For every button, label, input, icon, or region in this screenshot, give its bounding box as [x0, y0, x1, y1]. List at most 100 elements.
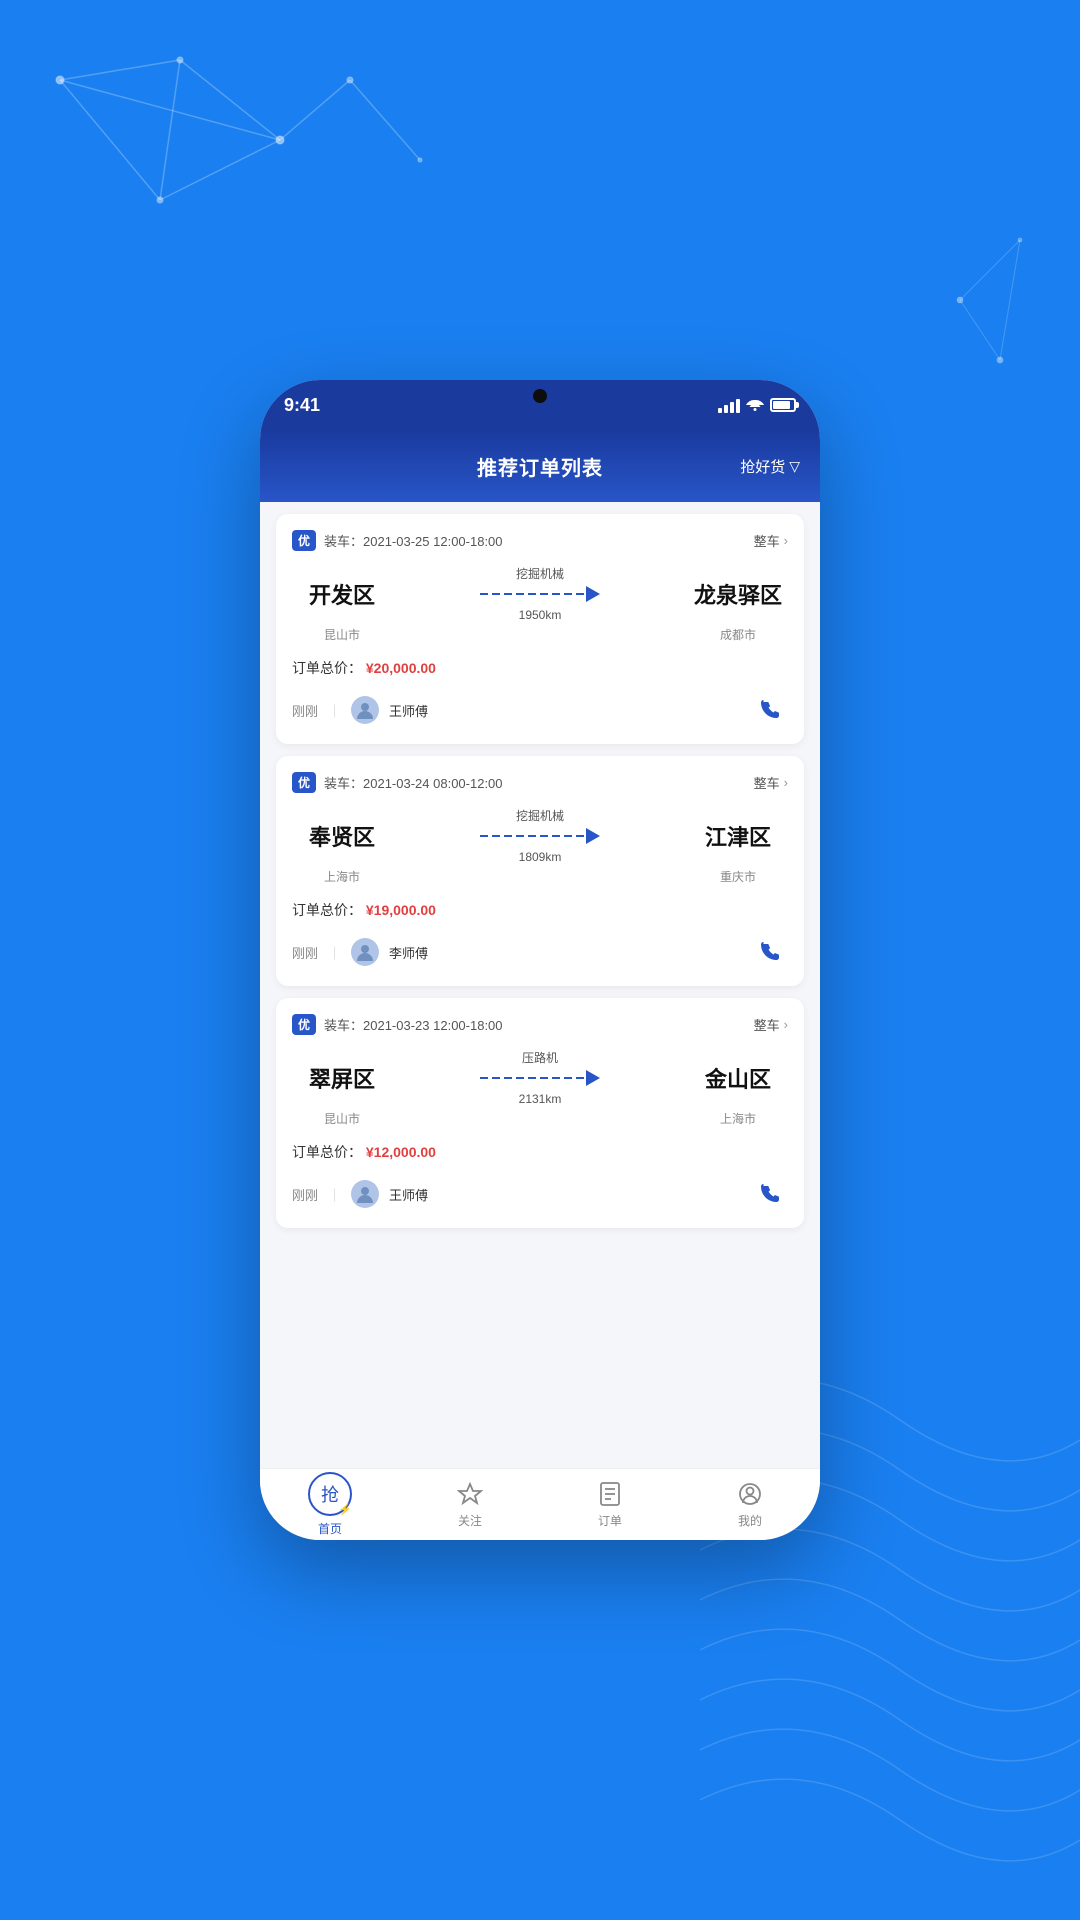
time-ago: 刚刚 — [292, 943, 318, 962]
order-type: 整车 — [754, 531, 780, 550]
status-bar: 9:41 — [260, 380, 820, 430]
app-header: 推荐订单列表 抢好货 ▽ — [260, 430, 820, 502]
card-header-2: 优 装车：2021-03-24 08:00-12:00 整车 › — [292, 772, 788, 793]
route-middle: 挖掘机械 1950km — [392, 565, 688, 622]
order-list: 优 装车：2021-03-25 12:00-18:00 整车 › 开发区 挖掘机… — [260, 502, 820, 1468]
from-city: 开发区 — [292, 578, 392, 610]
card-header-1: 优 装车：2021-03-25 12:00-18:00 整车 › — [292, 530, 788, 551]
lightning-icon: ⚡ — [338, 1503, 352, 1516]
route-arrow — [480, 1070, 600, 1086]
order-date: 装车：2021-03-24 08:00-12:00 — [324, 773, 503, 792]
price-row: 订单总价： ¥12,000.00 — [292, 1142, 788, 1162]
nav-home[interactable]: 抢 ⚡ 首页 — [260, 1472, 400, 1537]
nav-home-label: 首页 — [318, 1520, 342, 1537]
camera-cutout — [533, 389, 547, 403]
signal-icon — [718, 397, 740, 413]
route-arrow — [480, 828, 600, 844]
time-ago: 刚刚 — [292, 701, 318, 720]
driver-name: 王师傅 — [389, 1185, 428, 1204]
filter-label: 抢好货 — [740, 456, 785, 477]
nav-follow[interactable]: 关注 — [400, 1480, 540, 1529]
battery-icon — [770, 398, 796, 412]
price-label: 订单总价： — [292, 902, 362, 918]
bottom-nav: 抢 ⚡ 首页 关注 订单 — [260, 1468, 820, 1540]
route-distance: 1950km — [519, 608, 562, 622]
price-row: 订单总价： ¥19,000.00 — [292, 900, 788, 920]
status-icons — [718, 397, 796, 414]
card-footer: 刚刚 ｜ 王师傅 — [292, 1176, 788, 1212]
time-ago: 刚刚 — [292, 1185, 318, 1204]
price-value: ¥20,000.00 — [366, 660, 436, 676]
call-button[interactable] — [752, 934, 788, 970]
route-distance: 1809km — [519, 850, 562, 864]
from-city: 奉贤区 — [292, 820, 392, 852]
from-sub-city: 昆山市 — [324, 1112, 360, 1126]
order-card-2[interactable]: 优 装车：2021-03-24 08:00-12:00 整车 › 奉贤区 挖掘机… — [276, 756, 804, 986]
status-time: 9:41 — [284, 395, 320, 416]
follow-icon — [456, 1480, 484, 1508]
card-footer: 刚刚 ｜ 王师傅 — [292, 692, 788, 728]
to-sub-city: 重庆市 — [720, 870, 756, 884]
price-value: ¥12,000.00 — [366, 1144, 436, 1160]
filter-icon: ▽ — [789, 458, 800, 475]
divider: ｜ — [328, 1185, 341, 1204]
price-label: 订单总价： — [292, 660, 362, 676]
to-sub-city: 上海市 — [720, 1112, 756, 1126]
route-row: 开发区 挖掘机械 1950km 龙泉驿区 — [292, 565, 788, 622]
nav-follow-label: 关注 — [458, 1512, 482, 1529]
chevron-right-icon: › — [784, 533, 788, 548]
driver-avatar — [351, 1180, 379, 1208]
priority-badge: 优 — [292, 530, 316, 551]
order-card-1[interactable]: 优 装车：2021-03-25 12:00-18:00 整车 › 开发区 挖掘机… — [276, 514, 804, 744]
from-city: 翠屏区 — [292, 1062, 392, 1094]
call-button[interactable] — [752, 692, 788, 728]
cargo-type: 压路机 — [522, 1049, 558, 1066]
price-value: ¥19,000.00 — [366, 902, 436, 918]
driver-avatar — [351, 938, 379, 966]
from-sub-city: 上海市 — [324, 870, 360, 884]
nav-order[interactable]: 订单 — [540, 1480, 680, 1529]
driver-avatar — [351, 696, 379, 724]
price-row: 订单总价： ¥20,000.00 — [292, 658, 788, 678]
order-type: 整车 — [754, 773, 780, 792]
card-footer: 刚刚 ｜ 李师傅 — [292, 934, 788, 970]
to-city: 江津区 — [688, 820, 788, 852]
route-row: 奉贤区 挖掘机械 1809km 江津区 — [292, 807, 788, 864]
route-sub-row: 昆山市 上海市 — [292, 1110, 788, 1128]
order-icon — [596, 1480, 624, 1508]
divider: ｜ — [328, 701, 341, 720]
notch — [480, 380, 600, 408]
to-city: 龙泉驿区 — [688, 578, 788, 610]
order-card-3[interactable]: 优 装车：2021-03-23 12:00-18:00 整车 › 翠屏区 压路机… — [276, 998, 804, 1228]
mine-icon — [736, 1480, 764, 1508]
chevron-right-icon: › — [784, 775, 788, 790]
nav-mine-label: 我的 — [738, 1512, 762, 1529]
to-sub-city: 成都市 — [720, 628, 756, 642]
route-distance: 2131km — [519, 1092, 562, 1106]
price-label: 订单总价： — [292, 1144, 362, 1160]
call-button[interactable] — [752, 1176, 788, 1212]
to-city: 金山区 — [688, 1062, 788, 1094]
route-arrow — [480, 586, 600, 602]
nav-mine[interactable]: 我的 — [680, 1480, 820, 1529]
route-sub-row: 昆山市 成都市 — [292, 626, 788, 644]
header-filter-button[interactable]: 抢好货 ▽ — [740, 456, 800, 477]
from-sub-city: 昆山市 — [324, 628, 360, 642]
driver-name: 李师傅 — [389, 943, 428, 962]
cargo-type: 挖掘机械 — [516, 807, 564, 824]
route-middle: 压路机 2131km — [392, 1049, 688, 1106]
cargo-type: 挖掘机械 — [516, 565, 564, 582]
header-title: 推荐订单列表 — [477, 452, 603, 481]
home-icon: 抢 ⚡ — [308, 1472, 352, 1516]
priority-badge: 优 — [292, 772, 316, 793]
card-header-3: 优 装车：2021-03-23 12:00-18:00 整车 › — [292, 1014, 788, 1035]
chevron-right-icon: › — [784, 1017, 788, 1032]
driver-name: 王师傅 — [389, 701, 428, 720]
order-date: 装车：2021-03-25 12:00-18:00 — [324, 531, 503, 550]
priority-badge: 优 — [292, 1014, 316, 1035]
phone-shell: 9:41 推荐订单列表 抢好货 ▽ — [260, 380, 820, 1540]
route-sub-row: 上海市 重庆市 — [292, 868, 788, 886]
order-date: 装车：2021-03-23 12:00-18:00 — [324, 1015, 503, 1034]
divider: ｜ — [328, 943, 341, 962]
route-row: 翠屏区 压路机 2131km 金山区 — [292, 1049, 788, 1106]
